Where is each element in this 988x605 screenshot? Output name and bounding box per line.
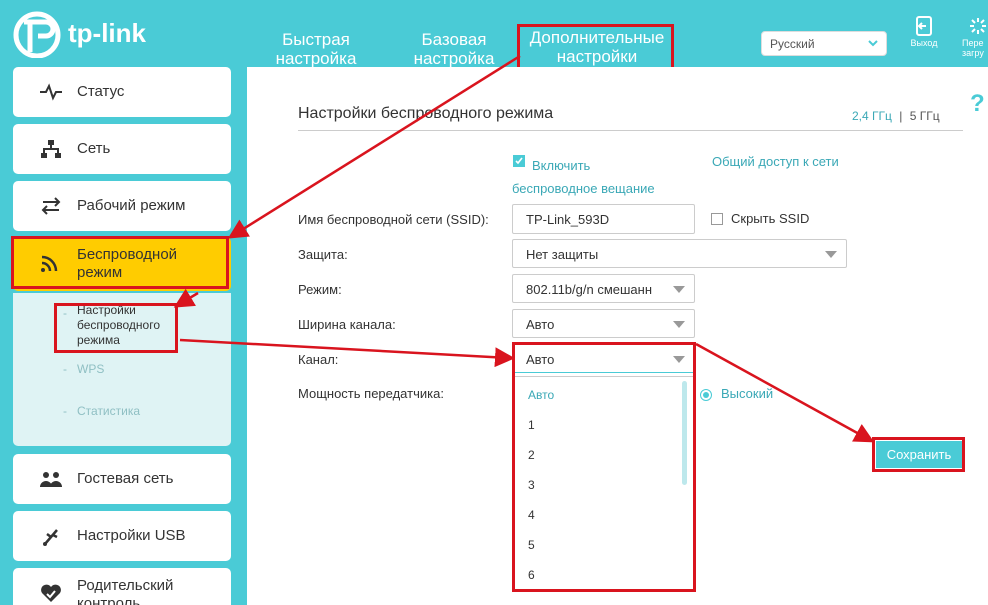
sidebar-item-label: Настройки USB — [77, 527, 186, 544]
logout-button[interactable]: Выход — [902, 16, 946, 48]
svg-text:tp-link: tp-link — [68, 18, 147, 48]
mode-value: 802.11b/g/n смешанн — [526, 282, 653, 297]
power-high-label: Высокий — [721, 386, 774, 401]
logout-icon — [916, 16, 932, 36]
hide-ssid-checkbox[interactable] — [711, 213, 723, 225]
sidebar-item-label: Статус — [77, 83, 125, 100]
help-icon[interactable]: ? — [970, 90, 988, 117]
chevron-down-icon — [868, 40, 878, 47]
annotation-box-advanced — [517, 24, 674, 70]
annotation-box-wireless — [11, 236, 229, 289]
channel-label: Канал: — [298, 352, 339, 367]
heart-icon — [41, 584, 61, 602]
hide-ssid-label: Скрыть SSID — [731, 211, 810, 226]
power-high-radio[interactable] — [700, 389, 712, 401]
channel-width-select[interactable]: Авто — [512, 309, 695, 338]
sidebar-item-status[interactable]: Статус — [13, 67, 231, 117]
ssid-input[interactable]: TP-Link_593D — [512, 204, 695, 234]
page-title: Настройки беспроводного режима — [298, 105, 554, 122]
transmit-power-label: Мощность передатчика: — [298, 386, 444, 401]
channel-width-value: Авто — [526, 317, 555, 332]
enable-wireless-label[interactable]: Включить беспроводное вещание — [512, 154, 672, 200]
security-label: Защита: — [298, 247, 348, 262]
logout-label: Выход — [910, 38, 938, 48]
language-value: Русский — [770, 37, 815, 51]
mode-label: Режим: — [298, 282, 342, 297]
switch-mode-icon — [41, 197, 61, 215]
reboot-button[interactable]: Пере загру — [962, 16, 988, 58]
language-select[interactable]: Русский — [761, 31, 887, 56]
security-select[interactable]: Нет защиты — [512, 239, 847, 268]
ssid-label: Имя беспроводной сети (SSID): — [298, 212, 489, 227]
submenu-dash: - — [63, 404, 67, 418]
reboot-label: Пере загру — [962, 38, 984, 58]
pulse-icon — [40, 83, 62, 101]
top-header: tp-link Быстрая настройка Базовая настро… — [0, 0, 988, 70]
guests-icon — [40, 472, 62, 487]
sidebar-item-label: Гостевая сеть — [77, 470, 174, 487]
submenu-item-statistics[interactable]: Статистика — [77, 404, 140, 419]
sidebar-item-usb[interactable]: Настройки USB — [13, 511, 231, 561]
tab-quick-setup[interactable]: Быстрая настройка — [266, 30, 366, 68]
band-switcher: 2,4 ГГц | 5 ГГц — [852, 109, 940, 123]
band-separator: | — [899, 109, 903, 123]
dropdown-arrow-icon — [825, 251, 837, 258]
tp-link-logo[interactable]: tp-link — [12, 8, 162, 59]
sidebar-item-label: Сеть — [77, 140, 111, 157]
annotation-box-save — [872, 437, 965, 472]
tab-basic[interactable]: Базовая настройка — [404, 30, 504, 68]
band-5ghz-link[interactable]: 5 ГГц — [910, 109, 940, 123]
dropdown-arrow-icon — [673, 286, 685, 293]
security-value: Нет защиты — [526, 247, 599, 262]
annotation-box-channel — [512, 342, 696, 592]
sidebar-item-parental-control[interactable]: Родительский контроль — [13, 568, 231, 605]
annotation-box-submenu — [54, 303, 178, 353]
submenu-item-wps[interactable]: WPS — [77, 362, 104, 377]
network-sharing-link[interactable]: Общий доступ к сети — [712, 154, 839, 169]
dropdown-arrow-icon — [673, 321, 685, 328]
sidebar-item-label: Родительский контроль — [77, 577, 174, 605]
mode-select[interactable]: 802.11b/g/n смешанн — [512, 274, 695, 303]
sidebar-item-network[interactable]: Сеть — [13, 124, 231, 174]
submenu-dash: - — [63, 362, 67, 376]
reboot-icon — [970, 18, 986, 34]
channel-width-label: Ширина канала: — [298, 317, 396, 332]
band-24ghz-link[interactable]: 2,4 ГГц — [852, 109, 892, 123]
network-icon — [41, 140, 61, 158]
sidebar-item-label: Рабочий режим — [77, 197, 186, 214]
sidebar-item-guest-network[interactable]: Гостевая сеть — [13, 454, 231, 504]
usb-icon — [43, 529, 58, 546]
sidebar-item-operation-mode[interactable]: Рабочий режим — [13, 181, 231, 231]
title-divider — [298, 130, 963, 131]
